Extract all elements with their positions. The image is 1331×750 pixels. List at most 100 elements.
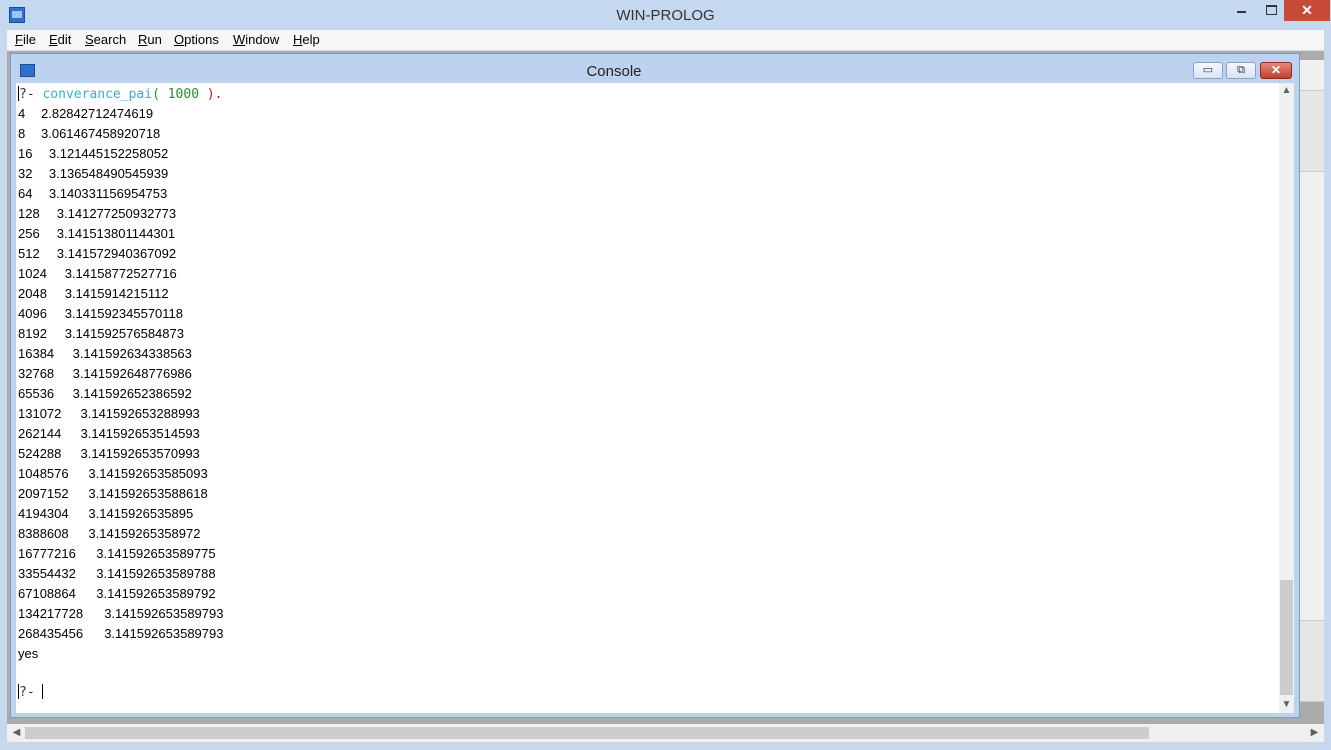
scroll-right-arrow-icon[interactable]: ▶ xyxy=(1307,725,1322,741)
output-row: 262144 3.141592653514593 xyxy=(18,426,200,442)
row-iteration-count: 262144 xyxy=(18,426,62,441)
row-iteration-count: 16777216 xyxy=(18,546,76,561)
row-pi-value: 3.141592653589775 xyxy=(96,546,216,561)
row-pi-value: 3.141592652386592 xyxy=(72,386,192,401)
next-prompt: ?- xyxy=(19,685,35,700)
output-row: 8 3.061467458920718 xyxy=(18,126,160,142)
row-iteration-count: 67108864 xyxy=(18,586,76,601)
close-button[interactable]: ✕ xyxy=(1284,0,1330,21)
scroll-thumb[interactable] xyxy=(1280,580,1293,695)
row-pi-value: 3.14158772527716 xyxy=(64,266,177,281)
console-window[interactable]: Console ▭ ⧉ ✕ ?- converance_pai( 1000 ).… xyxy=(10,53,1300,718)
row-iteration-count: 8388608 xyxy=(18,526,69,541)
maximize-button[interactable] xyxy=(1258,0,1284,21)
output-row: 65536 3.141592652386592 xyxy=(18,386,192,402)
app-title: WIN-PROLOG xyxy=(616,7,715,24)
console-text-area[interactable]: ?- converance_pai( 1000 ). 4 2.8284271247… xyxy=(16,83,1280,713)
menu-options[interactable]: Options xyxy=(174,32,219,47)
row-pi-value: 3.061467458920718 xyxy=(41,126,161,141)
background-window-edge xyxy=(1300,60,1324,702)
row-iteration-count: 4 xyxy=(18,106,26,121)
menu-file[interactable]: File xyxy=(15,32,36,47)
console-minimize-button[interactable]: ▭ xyxy=(1193,62,1223,79)
console-restore-button[interactable]: ⧉ xyxy=(1226,62,1256,79)
horizontal-scroll-thumb[interactable] xyxy=(25,727,1149,739)
output-row: 4194304 3.1415926535895 xyxy=(18,506,193,522)
row-pi-value: 3.141277250932773 xyxy=(56,206,177,221)
row-iteration-count: 2097152 xyxy=(18,486,69,501)
output-row: 2048 3.1415914215112 xyxy=(18,286,169,302)
output-row: 1024 3.14158772527716 xyxy=(18,266,177,282)
row-pi-value: 3.141592653588618 xyxy=(88,486,208,501)
scroll-left-arrow-icon[interactable]: ◀ xyxy=(9,725,24,741)
row-iteration-count: 134217728 xyxy=(18,606,84,621)
menu-edit[interactable]: Edit xyxy=(49,32,71,47)
menu-help[interactable]: Help xyxy=(293,32,320,47)
row-iteration-count: 128 xyxy=(18,206,40,221)
result-line: yes xyxy=(18,646,39,661)
row-iteration-count: 33554432 xyxy=(18,566,76,581)
output-row: 512 3.141572940367092 xyxy=(18,246,176,262)
console-vertical-scrollbar[interactable]: ▲ ▼ xyxy=(1279,83,1294,713)
output-row: 524288 3.141592653570993 xyxy=(18,446,200,462)
output-row: 32768 3.141592648776986 xyxy=(18,366,192,382)
row-pi-value: 3.14159265358972 xyxy=(88,526,201,541)
row-pi-value: 3.1415914215112 xyxy=(64,286,169,301)
minimize-button[interactable] xyxy=(1224,0,1258,21)
row-pi-value: 3.141592576584873 xyxy=(64,326,184,341)
menu-window[interactable]: Window xyxy=(233,32,279,47)
row-pi-value: 3.141592653585093 xyxy=(88,466,208,481)
row-pi-value: 2.82842712474619 xyxy=(41,106,154,121)
row-iteration-count: 8 xyxy=(18,126,26,141)
prompt-line: ?- xyxy=(18,684,44,701)
row-pi-value: 3.121445152258052 xyxy=(48,146,169,161)
row-pi-value: 3.141592653288993 xyxy=(80,406,200,421)
row-pi-value: 3.136548490545939 xyxy=(48,166,169,181)
output-row: 1048576 3.141592653585093 xyxy=(18,466,208,482)
main-title-bar[interactable]: WIN-PROLOG ✕ xyxy=(0,0,1331,30)
row-iteration-count: 524288 xyxy=(18,446,62,461)
output-row: 8192 3.141592576584873 xyxy=(18,326,184,342)
console-close-button[interactable]: ✕ xyxy=(1260,62,1292,79)
row-iteration-count: 131072 xyxy=(18,406,62,421)
row-iteration-count: 32 xyxy=(18,166,33,181)
scroll-up-arrow-icon[interactable]: ▲ xyxy=(1279,83,1294,99)
row-pi-value: 3.141592653514593 xyxy=(80,426,200,441)
output-row: 16384 3.141592634338563 xyxy=(18,346,192,362)
row-iteration-count: 1024 xyxy=(18,266,47,281)
output-row: 16 3.121445152258052 xyxy=(18,146,168,162)
row-pi-value: 3.141592653589793 xyxy=(104,626,224,641)
output-row: 131072 3.141592653288993 xyxy=(18,406,200,422)
row-pi-value: 3.141592634338563 xyxy=(72,346,192,361)
row-pi-value: 3.141592653589792 xyxy=(96,586,216,601)
row-iteration-count: 1048576 xyxy=(18,466,69,481)
row-iteration-count: 16384 xyxy=(18,346,55,361)
main-horizontal-scrollbar[interactable]: ◀ ▶ xyxy=(7,724,1324,742)
row-iteration-count: 4194304 xyxy=(18,506,69,521)
output-row: 32 3.136548490545939 xyxy=(18,166,168,182)
row-pi-value: 3.1415926535895 xyxy=(88,506,194,521)
row-iteration-count: 268435456 xyxy=(18,626,84,641)
menu-run[interactable]: Run xyxy=(138,32,162,47)
row-pi-value: 3.141513801144301 xyxy=(56,226,176,241)
row-iteration-count: 256 xyxy=(18,226,40,241)
row-pi-value: 3.141592345570118 xyxy=(64,306,184,321)
row-pi-value: 3.141592653589788 xyxy=(96,566,216,581)
scroll-down-arrow-icon[interactable]: ▼ xyxy=(1279,697,1294,713)
text-cursor xyxy=(42,684,44,699)
menu-bar: File Edit Search Run Options Window Help xyxy=(7,30,1324,51)
query-close: ). xyxy=(206,87,223,102)
output-row: 4096 3.141592345570118 xyxy=(18,306,183,322)
output-row: 268435456 3.141592653589793 xyxy=(18,626,223,642)
output-row: 256 3.141513801144301 xyxy=(18,226,175,242)
menu-search[interactable]: Search xyxy=(85,32,126,47)
row-iteration-count: 8192 xyxy=(18,326,47,341)
row-pi-value: 3.141592648776986 xyxy=(72,366,192,381)
console-title: Console xyxy=(586,63,642,80)
row-iteration-count: 65536 xyxy=(18,386,55,401)
output-row: 4 2.82842712474619 xyxy=(18,106,153,122)
output-row: 2097152 3.141592653588618 xyxy=(18,486,208,502)
row-pi-value: 3.140331156954753 xyxy=(48,186,168,201)
output-row: 67108864 3.141592653589792 xyxy=(18,586,216,602)
row-iteration-count: 512 xyxy=(18,246,40,261)
